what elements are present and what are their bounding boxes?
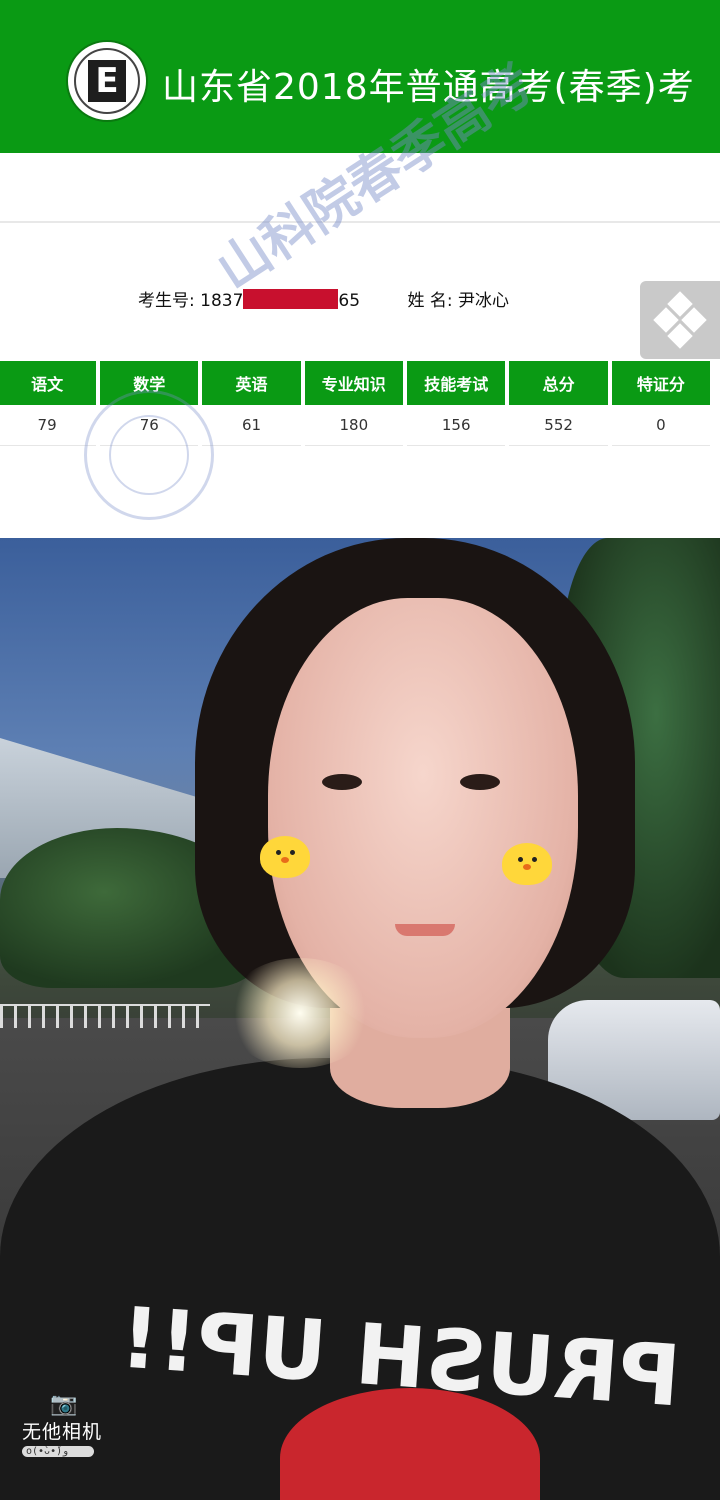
app-header: E 山东省2018年普通高考(春季)考	[0, 0, 720, 153]
photo-light-glow	[225, 958, 375, 1068]
photo-eye	[460, 774, 500, 790]
diamond-grid-icon[interactable]	[640, 281, 720, 359]
score-cell: 0	[611, 405, 710, 446]
col-header: 技能考试	[407, 361, 506, 405]
col-header: 专业知识	[304, 361, 404, 405]
redaction-bar	[243, 289, 339, 309]
school-logo-icon: E	[66, 40, 148, 122]
camera-watermark: 📷 无他相机 o(•̀ᴗ•́)و	[22, 1392, 102, 1457]
photo-fence	[0, 1004, 210, 1028]
camera-label: 无他相机	[22, 1421, 103, 1443]
exam-no-suffix: 65	[338, 291, 361, 311]
camera-sub: o(•̀ᴗ•́)و	[22, 1446, 94, 1457]
photo-mouth	[395, 924, 455, 936]
photo-eye	[322, 774, 362, 790]
watermark-seal-icon	[84, 390, 214, 520]
chick-sticker-icon	[260, 836, 310, 878]
score-cell: 61	[202, 405, 301, 446]
camera-icon: 📷	[50, 1392, 78, 1417]
candidate-info: 考生号: 1837 65 姓 名: 尹冰心	[138, 286, 509, 311]
selfie-photo: PRUSH UP!!	[0, 538, 720, 1500]
score-cell: 156	[407, 405, 506, 446]
col-header: 总分	[509, 361, 608, 405]
exam-no-label: 考生号:	[138, 291, 195, 311]
col-header: 语文	[0, 361, 97, 405]
score-cell: 552	[509, 405, 608, 446]
col-header: 英语	[202, 361, 301, 405]
name-value: 尹冰心	[458, 291, 509, 311]
name-label: 姓 名:	[407, 291, 453, 311]
chick-sticker-icon	[502, 843, 552, 885]
score-cell: 79	[0, 405, 97, 446]
score-header-row: 语文 数学 英语 专业知识 技能考试 总分 特证分	[0, 361, 710, 405]
col-header: 特证分	[611, 361, 710, 405]
score-cell: 180	[304, 405, 404, 446]
